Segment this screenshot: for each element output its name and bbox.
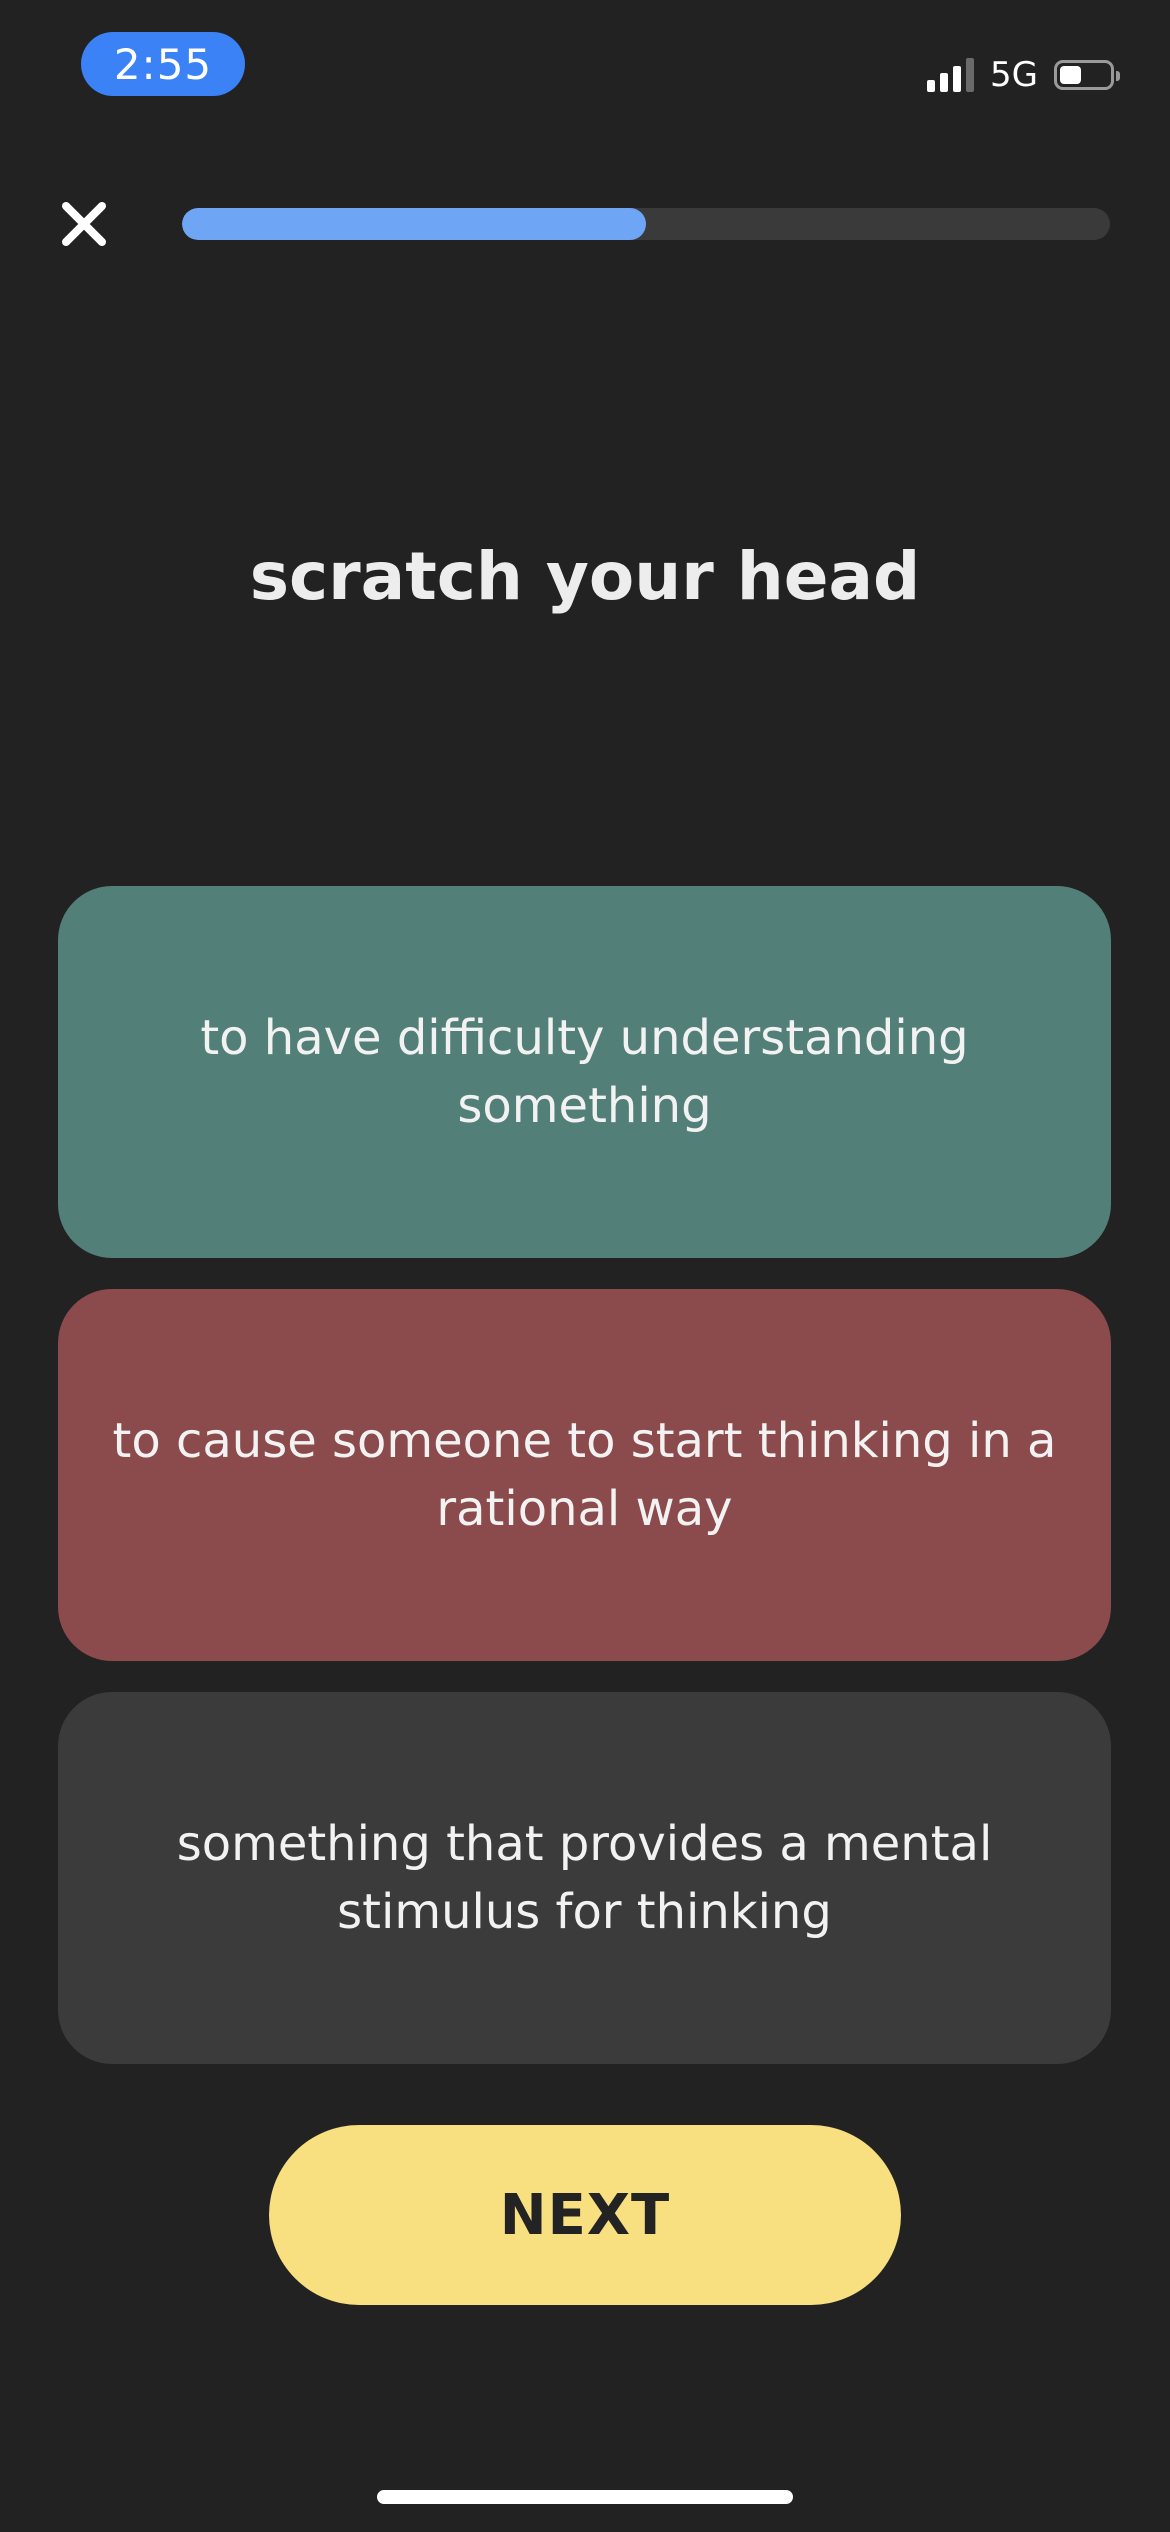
battery-level bbox=[1060, 66, 1081, 84]
close-icon bbox=[62, 202, 106, 246]
quiz-prompt: scratch your head bbox=[249, 538, 921, 615]
network-type: 5G bbox=[990, 55, 1038, 95]
status-indicators: 5G bbox=[927, 52, 1120, 98]
answer-option-label: something that provides a mental stimulu… bbox=[176, 1816, 993, 1940]
next-button[interactable]: NEXT bbox=[269, 2125, 901, 2305]
quiz-progress-bar bbox=[182, 208, 1110, 240]
signal-strength-icon bbox=[927, 58, 975, 92]
battery-icon bbox=[1054, 60, 1120, 90]
close-button[interactable] bbox=[56, 196, 112, 252]
answer-option-3[interactable]: something that provides a mental stimulu… bbox=[58, 1692, 1111, 2064]
status-time: 2:55 bbox=[81, 32, 245, 96]
answer-option-label: to have difficulty understanding somethi… bbox=[200, 1010, 969, 1134]
next-button-label: NEXT bbox=[499, 2182, 671, 2248]
home-indicator[interactable] bbox=[377, 2490, 793, 2504]
quiz-progress-fill bbox=[182, 208, 646, 240]
answer-option-label: to cause someone to start thinking in a … bbox=[112, 1413, 1057, 1537]
answer-option-1[interactable]: to have difficulty understanding somethi… bbox=[58, 886, 1111, 1258]
answer-option-2[interactable]: to cause someone to start thinking in a … bbox=[58, 1289, 1111, 1661]
